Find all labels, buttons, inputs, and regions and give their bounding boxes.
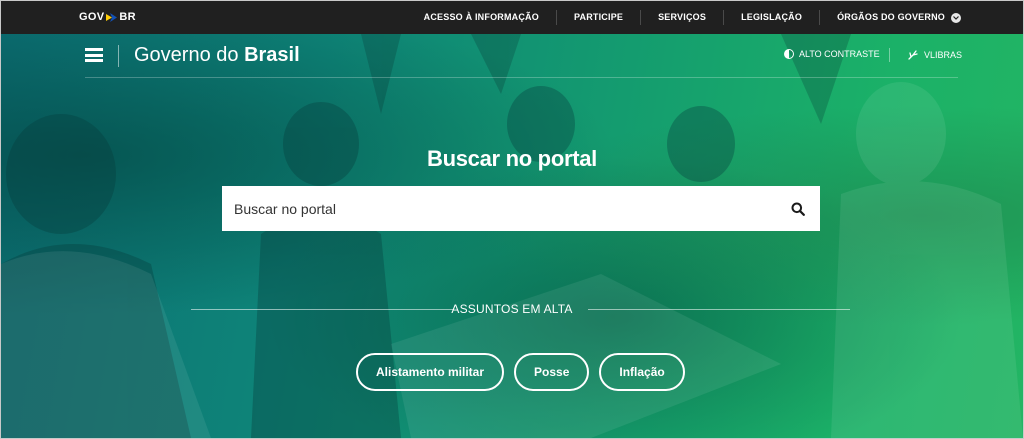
hamburger-menu-icon[interactable] (85, 48, 103, 62)
high-contrast-label: ALTO CONTRASTE (799, 49, 880, 59)
site-brand-prefix: Governo do (134, 44, 245, 66)
search-button[interactable] (776, 186, 820, 231)
nav-legislacao[interactable]: LEGISLAÇÃO (723, 10, 819, 25)
chip-inflacao[interactable]: Inflação (599, 353, 685, 391)
search-title: Buscar no portal (426, 146, 597, 171)
nav-orgaos-governo[interactable]: ÓRGÃOS DO GOVERNO (819, 10, 961, 25)
header-divider (118, 45, 119, 67)
nav-participe[interactable]: PARTICIPE (555, 10, 640, 25)
vlibras-button[interactable]: VLIBRAS (907, 49, 962, 61)
search-icon (791, 202, 805, 216)
arrow-logo-icon (106, 12, 118, 22)
gov-br-logo-br: BR (119, 11, 136, 23)
chip-alistamento-militar[interactable]: Alistamento militar (356, 353, 505, 391)
header-tools-divider (889, 48, 890, 62)
trending-chips: Alistamento militar Posse Inflação (356, 353, 685, 391)
gov-br-logo-gov: GOV (79, 11, 105, 23)
nav-servicos[interactable]: SERVIÇOS (640, 10, 723, 25)
nav-acesso-informacao[interactable]: ACESSO À INFORMAÇÃO (407, 10, 556, 25)
chevron-down-icon (951, 12, 961, 23)
page: GOV BR ACESSO À INFORMAÇÃO PARTICIPE SER… (0, 0, 1024, 439)
site-brand[interactable]: Governo do Brasil (134, 44, 300, 67)
hero-banner: Governo do Brasil ALTO CONTRASTE VLIBRAS… (1, 34, 1023, 438)
hand-sign-icon (908, 50, 918, 60)
trending-label: ASSUNTOS EM ALTA (451, 302, 573, 316)
header-rule (85, 77, 958, 78)
gov-br-logo[interactable]: GOV BR (79, 11, 136, 23)
chip-posse[interactable]: Posse (514, 353, 590, 391)
top-nav: ACESSO À INFORMAÇÃO PARTICIPE SERVIÇOS L… (407, 1, 961, 34)
site-brand-strong: Brasil (244, 44, 300, 66)
site-header: Governo do Brasil ALTO CONTRASTE VLIBRAS (1, 34, 1023, 79)
vlibras-label: VLIBRAS (924, 50, 963, 60)
search-bar (222, 186, 820, 231)
search-input[interactable] (222, 186, 776, 231)
high-contrast-toggle[interactable]: ALTO CONTRASTE (784, 49, 880, 59)
contrast-icon (784, 49, 794, 59)
top-bar: GOV BR ACESSO À INFORMAÇÃO PARTICIPE SER… (1, 1, 1023, 34)
trending-rule-right (588, 309, 850, 310)
nav-orgaos-governo-label: ÓRGÃOS DO GOVERNO (837, 12, 945, 22)
